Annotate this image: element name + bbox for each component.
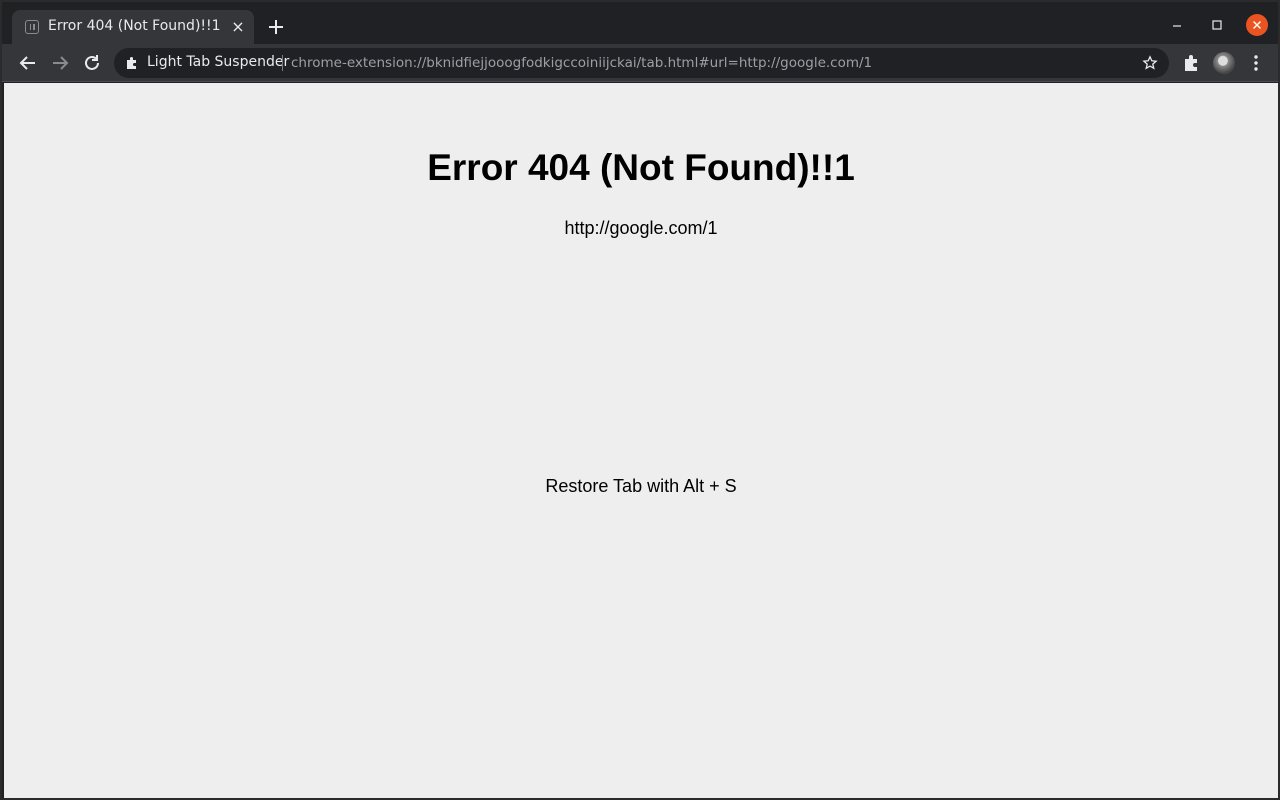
reload-icon[interactable] — [80, 51, 104, 75]
forward-arrow-icon[interactable] — [48, 51, 72, 75]
close-window-button[interactable] — [1246, 14, 1268, 36]
minimize-button[interactable] — [1166, 14, 1188, 36]
puzzle-piece-icon — [127, 57, 136, 69]
page-content: Error 404 (Not Found)!!1 http://google.c… — [4, 83, 1278, 798]
origin-separator — [282, 55, 283, 71]
menu-kebab-icon[interactable] — [1244, 51, 1268, 75]
suspended-url: http://google.com/1 — [564, 218, 718, 238]
tab-strip: Error 404 (Not Found)!!1 × — [2, 2, 1278, 44]
tab-close-button[interactable]: × — [228, 17, 248, 37]
bookmark-star-icon[interactable] — [1142, 55, 1158, 71]
site-origin-label: Light Tab Suspender — [147, 54, 290, 70]
active-tab[interactable]: Error 404 (Not Found)!!1 × — [12, 10, 254, 44]
new-tab-button[interactable] — [265, 16, 287, 38]
tab-title: Error 404 (Not Found)!!1 — [48, 18, 221, 34]
profile-avatar[interactable] — [1213, 52, 1235, 74]
maximize-button[interactable] — [1206, 14, 1228, 36]
toolbar: Light Tab Suspender chrome-extension://b… — [2, 44, 1278, 82]
page-title: Error 404 (Not Found)!!1 — [427, 147, 855, 188]
restore-hint: Restore Tab with Alt + S — [545, 476, 737, 496]
pause-icon — [25, 20, 39, 34]
extensions-icon[interactable] — [1180, 51, 1204, 75]
back-arrow-icon[interactable] — [16, 51, 40, 75]
browser-window: Error 404 (Not Found)!!1 × Light Tab Sus… — [0, 0, 1280, 800]
url-text[interactable]: chrome-extension://bknidfiejjooogfodkigc… — [291, 55, 872, 71]
address-bar[interactable]: Light Tab Suspender chrome-extension://b… — [114, 48, 1169, 78]
